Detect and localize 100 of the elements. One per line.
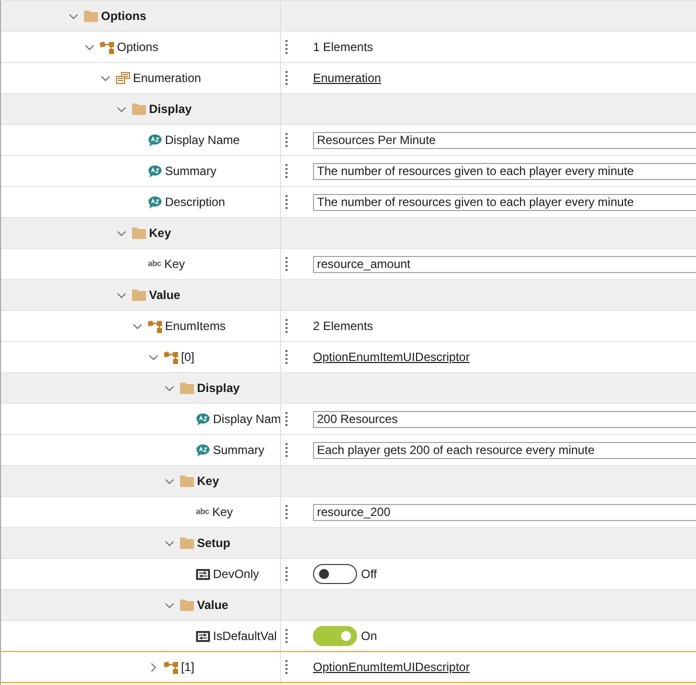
- value-text: 2 Elements: [313, 319, 374, 333]
- property-row[interactable]: DevOnly Off: [1, 559, 696, 590]
- more-icon[interactable]: [285, 629, 288, 643]
- property-row[interactable]: EnumItems 2 Elements: [1, 311, 696, 342]
- folder-icon: [180, 475, 194, 487]
- value-link[interactable]: OptionEnumItemUIDescriptor: [313, 350, 470, 364]
- group-label: Setup: [197, 536, 230, 550]
- property-label: Enumeration: [133, 71, 202, 85]
- property-label: DevOnly: [213, 567, 260, 581]
- group-label: Display: [149, 102, 192, 116]
- input-field[interactable]: 200 Resources: [313, 410, 696, 428]
- property-row[interactable]: Display Nam 200 Resources: [1, 404, 696, 435]
- more-icon[interactable]: [285, 443, 288, 457]
- group-label: Display: [197, 381, 240, 395]
- property-label: Summary: [213, 443, 264, 457]
- more-icon[interactable]: [285, 164, 288, 178]
- group-label: Value: [197, 598, 228, 612]
- input-field[interactable]: resource_amount: [313, 256, 696, 272]
- chevron-down-icon[interactable]: [164, 540, 174, 546]
- speech-bubble-icon: [196, 412, 210, 426]
- property-label: Key: [212, 505, 233, 519]
- group-label: Value: [149, 288, 180, 302]
- chevron-down-icon[interactable]: [100, 76, 110, 80]
- property-label: [0]: [181, 350, 194, 364]
- group-row[interactable]: Setup: [1, 528, 696, 559]
- more-icon[interactable]: [285, 505, 288, 519]
- input-field[interactable]: Resources Per Minute: [313, 132, 696, 148]
- folder-icon: [180, 599, 194, 611]
- speech-bubble-icon: [148, 164, 162, 178]
- speech-bubble-icon: [196, 444, 210, 456]
- chevron-down-icon[interactable]: [164, 602, 174, 608]
- property-row[interactable]: Description The number of resources given to each player every minute: [1, 187, 696, 218]
- speech-bubble-icon: [148, 196, 162, 208]
- property-row[interactable]: Summary Each player gets 200 of each resource every minute: [1, 435, 696, 466]
- more-icon[interactable]: [285, 40, 288, 54]
- more-icon[interactable]: [285, 660, 288, 674]
- chevron-down-icon[interactable]: [84, 44, 94, 50]
- hierarchy-icon: [100, 40, 114, 54]
- value-text: 1 Elements: [313, 40, 374, 54]
- chevron-down-icon[interactable]: [116, 106, 126, 112]
- property-row[interactable]: abc Key resource_amount: [1, 249, 696, 280]
- swap-arrows-icon: [196, 630, 210, 642]
- folder-icon: [132, 289, 146, 301]
- property-row[interactable]: Enumeration Enumeration: [1, 63, 696, 94]
- more-icon[interactable]: [285, 350, 288, 364]
- toggle-switch[interactable]: [313, 564, 357, 584]
- property-label: EnumItems: [165, 319, 226, 333]
- property-row[interactable]: abc Key resource_200: [1, 497, 696, 528]
- more-icon[interactable]: [285, 71, 288, 85]
- chevron-down-icon[interactable]: [148, 354, 158, 360]
- input-field[interactable]: The number of resources given to each player every minute: [313, 162, 696, 180]
- chevron-right-icon[interactable]: [150, 662, 156, 672]
- cards-icon: [116, 72, 130, 84]
- more-icon[interactable]: [285, 257, 288, 271]
- chevron-down-icon[interactable]: [132, 324, 142, 328]
- input-field[interactable]: resource_200: [313, 504, 696, 520]
- property-row[interactable]: Summary The number of resources given to each player every minute: [1, 156, 696, 187]
- group-row[interactable]: Key: [1, 218, 696, 249]
- more-icon[interactable]: [285, 195, 288, 209]
- more-icon[interactable]: [285, 319, 288, 333]
- chevron-down-icon[interactable]: [164, 478, 174, 484]
- toggle-switch[interactable]: [313, 626, 357, 646]
- chevron-down-icon[interactable]: [116, 230, 126, 236]
- group-label: Key: [197, 474, 220, 488]
- speech-bubble-icon: [148, 134, 162, 146]
- group-label: Key: [149, 226, 172, 240]
- folder-icon: [132, 227, 146, 239]
- folder-icon: [84, 10, 98, 22]
- value-link[interactable]: OptionEnumItemUIDescriptor: [313, 660, 470, 674]
- property-label: [1]: [181, 660, 194, 674]
- type-label: abc: [148, 259, 162, 269]
- group-row[interactable]: Display: [1, 94, 696, 125]
- group-row[interactable]: Value: [1, 280, 696, 311]
- property-label: Display Name: [165, 133, 240, 147]
- more-icon[interactable]: [285, 133, 288, 147]
- chevron-down-icon[interactable]: [116, 292, 126, 298]
- folder-icon: [180, 382, 194, 394]
- property-label: Description: [165, 195, 226, 209]
- group-row[interactable]: Key: [1, 466, 696, 497]
- property-label: IsDefaultVal: [213, 629, 277, 643]
- hierarchy-icon: [164, 660, 178, 674]
- input-field[interactable]: Each player gets 200 of each resource every minute: [313, 442, 696, 458]
- group-row[interactable]: Display: [1, 373, 696, 404]
- group-row[interactable]: Value: [1, 590, 696, 621]
- toggle-label: On: [361, 629, 378, 643]
- input-field[interactable]: The number of resources given to each player every minute: [313, 194, 696, 210]
- property-row[interactable]: Options 1 Elements: [1, 32, 696, 63]
- more-icon[interactable]: [285, 412, 288, 426]
- property-row[interactable]: [1] OptionEnumItemUIDescriptor: [1, 651, 696, 683]
- more-icon[interactable]: [285, 567, 288, 581]
- value-link[interactable]: Enumeration: [313, 71, 382, 85]
- property-row[interactable]: [0] OptionEnumItemUIDescriptor: [1, 342, 696, 373]
- group-row[interactable]: Options: [1, 1, 696, 32]
- folder-icon: [180, 537, 194, 549]
- property-label: Summary: [165, 164, 216, 178]
- chevron-down-icon[interactable]: [164, 386, 174, 390]
- chevron-down-icon[interactable]: [68, 14, 78, 18]
- property-label: Options: [117, 40, 158, 54]
- toggle-label: Off: [361, 567, 377, 581]
- property-row[interactable]: Display Name Resources Per Minute: [1, 125, 696, 156]
